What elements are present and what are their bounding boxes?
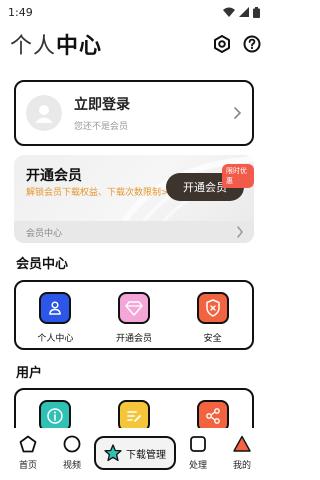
nav-item-video[interactable]: 视频 [50,434,94,471]
page-title: 个人中心 [10,28,102,60]
member-tools-card: 个人中心 开通会员 安全 [14,280,254,350]
user-icon [39,292,72,324]
status-icons [223,6,260,18]
header: 个人中心 [10,28,262,60]
login-card[interactable]: 立即登录 您还不是会员 [14,80,254,146]
page-title-light: 个人 [10,34,57,59]
pentagon-icon [18,434,38,454]
wifi-icon [223,7,235,17]
vip-center-link[interactable]: 会员中心 [14,221,254,243]
help-button[interactable] [242,34,262,54]
limited-offer-badge: 限时优惠 [222,164,254,188]
star-icon [104,444,122,462]
tool-label: 个人中心 [37,334,74,344]
vip-card: 开通会员 解锁会员下载权益、下载次数限制> 开通会员 限时优惠 会员中心 [14,155,254,243]
help-icon [243,35,261,53]
login-title: 立即登录 [74,97,130,113]
vip-description[interactable]: 解锁会员下载权益、下载次数限制> [26,186,176,200]
signal-icon [239,7,249,17]
tool-open-vip[interactable]: 开通会员 [99,292,169,344]
status-bar: 1:49 [0,0,270,24]
battery-icon [253,6,260,18]
nav-label: 我的 [232,461,251,471]
avatar [26,95,62,131]
login-text: 立即登录 您还不是会员 [74,94,232,132]
nav-item-download-manager[interactable]: 下载管理 [94,436,176,470]
nav-label: 处理 [188,461,207,471]
nav-item-process[interactable]: 处理 [176,434,220,471]
nav-item-mine[interactable]: 我的 [220,434,264,471]
circle-icon [62,434,82,454]
tool-personal-center[interactable]: 个人中心 [20,292,90,344]
tool-label: 开通会员 [115,334,152,344]
header-actions [212,34,262,54]
chevron-right-icon [237,226,243,238]
hexagon-settings-icon [214,35,230,53]
nav-label: 下载管理 [126,449,166,461]
diamond-icon [117,292,150,324]
nav-label: 首页 [18,461,37,471]
square-icon [188,434,208,454]
vip-title: 开通会员 [26,168,82,184]
page-title-bold: 中心 [56,34,103,59]
triangle-icon [232,434,252,454]
settings-button[interactable] [212,34,232,54]
nav-item-home[interactable]: 首页 [6,434,50,471]
user-section-title: 用户 [16,366,43,381]
status-time: 1:49 [8,5,33,19]
tool-label: 安全 [203,334,222,344]
member-section-title: 会员中心 [16,257,69,272]
nav-label: 视频 [62,461,81,471]
vip-center-label: 会员中心 [26,228,63,239]
login-subtitle: 您还不是会员 [74,122,129,132]
user-tools-row [16,390,252,432]
chevron-right-icon [234,107,242,119]
member-tools-row: 个人中心 开通会员 安全 [16,282,252,344]
shield-icon [196,292,229,324]
bottom-nav: 首页 视频 下载管理 处理 我的 [0,428,270,480]
user-avatar-icon [35,105,53,123]
tool-security[interactable]: 安全 [178,292,248,344]
